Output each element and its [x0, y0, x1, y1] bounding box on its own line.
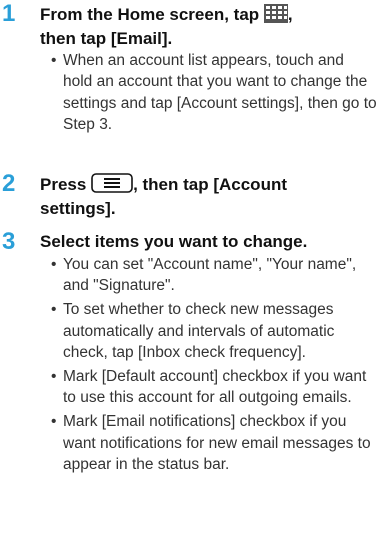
- bullet-list: • You can set "Account name", "Your name…: [51, 254, 377, 478]
- bullet-glyph: •: [51, 368, 57, 386]
- step-title: From the Home screen, tap , then tap [Em…: [40, 4, 375, 49]
- step-title-text: , then tap [Account: [133, 175, 288, 194]
- bullet-glyph: •: [51, 301, 57, 319]
- list-item: • You can set "Account name", "Your name…: [51, 254, 377, 297]
- bullet-list: • When an account list appears, touch an…: [51, 50, 377, 138]
- list-item: • Mark [Email notifications] checkbox if…: [51, 411, 377, 475]
- step-title-line2: then tap [Email].: [40, 29, 173, 48]
- bullet-glyph: •: [51, 256, 57, 273]
- bullet-text: Mark [Email notifications] checkbox if y…: [63, 413, 371, 474]
- app-grid-icon: [263, 4, 288, 28]
- bullet-text: You can set "Account name", "Your name",…: [63, 256, 357, 295]
- bullet-text: Mark [Default account] checkbox if you w…: [63, 368, 367, 407]
- list-item: • When an account list appears, touch an…: [51, 50, 377, 136]
- bullet-text: When an account list appears, touch and …: [63, 52, 377, 134]
- step-number: 3: [2, 228, 16, 255]
- step-title-text: Press: [40, 175, 87, 194]
- step-title-line2: settings].: [40, 199, 116, 218]
- step-title-text: From the Home screen, tap: [40, 5, 260, 24]
- step-title: Select items you want to change.: [40, 232, 308, 251]
- step-number: 1: [2, 0, 16, 27]
- bullet-glyph: •: [51, 52, 57, 69]
- step-number: 2: [2, 170, 16, 197]
- bullet-glyph: •: [51, 413, 57, 431]
- bullet-text: To set whether to check new messages aut…: [63, 301, 335, 362]
- step-title-text: ,: [287, 5, 293, 24]
- list-item: • To set whether to check new messages a…: [51, 299, 377, 363]
- step-title: Press , then tap [Account settings].: [40, 173, 375, 219]
- menu-key-icon: [91, 173, 133, 198]
- list-item: • Mark [Default account] checkbox if you…: [51, 366, 377, 409]
